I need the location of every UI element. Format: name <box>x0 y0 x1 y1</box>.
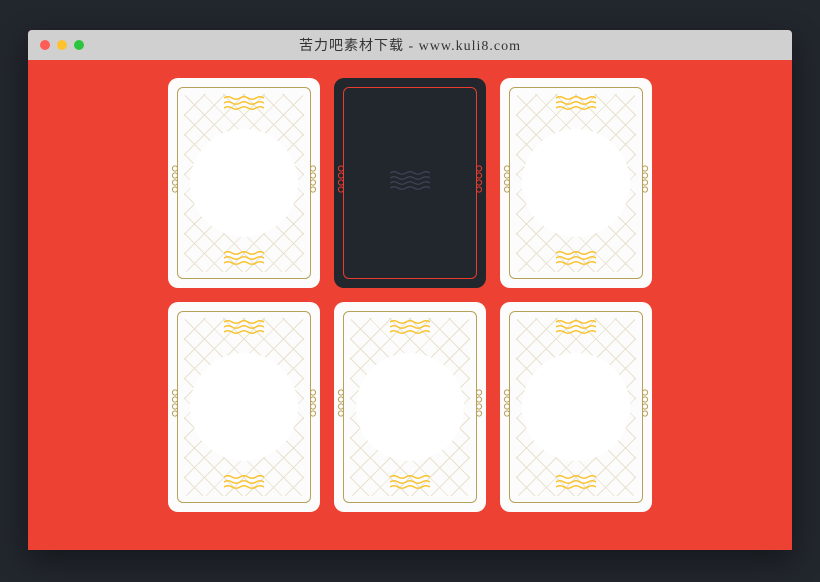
spiral-icon <box>171 165 179 202</box>
card-grid <box>168 78 652 512</box>
wave-icon <box>224 96 264 115</box>
spiral-icon <box>503 165 511 202</box>
wave-icon <box>224 251 264 270</box>
spiral-icon <box>309 389 317 426</box>
card-circle <box>190 129 298 237</box>
spiral-icon <box>475 165 483 202</box>
browser-window: 苦力吧素材下载 - www.kuli8.com <box>28 30 792 550</box>
titlebar: 苦力吧素材下载 - www.kuli8.com <box>28 30 792 60</box>
spiral-icon <box>503 389 511 426</box>
spiral-icon <box>337 389 345 426</box>
card-circle <box>522 353 630 461</box>
spiral-icon <box>475 389 483 426</box>
wave-icon <box>224 320 264 339</box>
card-light[interactable] <box>500 302 652 512</box>
card-circle <box>356 353 464 461</box>
card-circle <box>190 353 298 461</box>
spiral-icon <box>171 389 179 426</box>
card-light[interactable] <box>500 78 652 288</box>
card-dark[interactable] <box>334 78 486 288</box>
window-title: 苦力吧素材下载 - www.kuli8.com <box>28 35 792 55</box>
wave-icon <box>390 320 430 339</box>
card-circle <box>522 129 630 237</box>
wave-icon <box>556 320 596 339</box>
spiral-icon <box>309 165 317 202</box>
spiral-icon <box>641 165 649 202</box>
wave-icon <box>390 475 430 494</box>
wave-icon <box>556 96 596 115</box>
wave-icon <box>224 475 264 494</box>
wave-icon <box>556 251 596 270</box>
wave-icon <box>390 171 430 195</box>
spiral-icon <box>641 389 649 426</box>
card-light[interactable] <box>168 78 320 288</box>
spiral-icon <box>337 165 345 202</box>
content-area <box>28 60 792 512</box>
wave-icon <box>556 475 596 494</box>
card-light[interactable] <box>168 302 320 512</box>
card-light[interactable] <box>334 302 486 512</box>
